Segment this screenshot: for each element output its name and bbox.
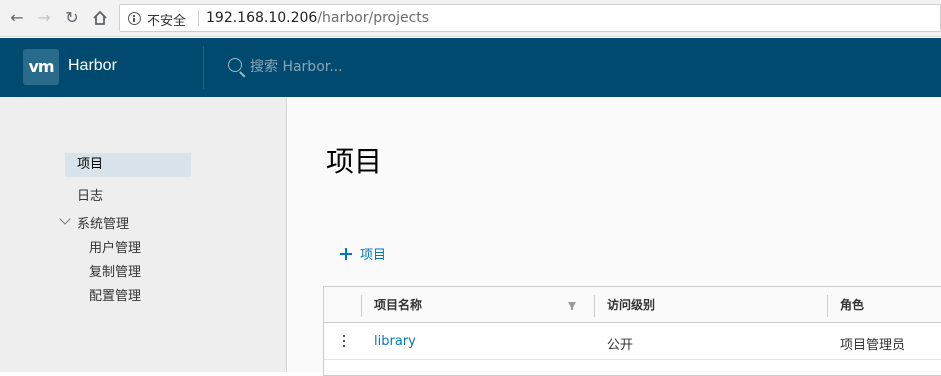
table-header: 项目名称 访问级别 角色 — [324, 287, 941, 323]
address-bar[interactable]: 不安全 192.168.10.206/harbor/projects — [119, 4, 941, 32]
sidebar-item-users[interactable]: 用户管理 — [89, 237, 141, 256]
info-icon[interactable] — [128, 12, 141, 25]
sidebar-item-logs[interactable]: 日志 — [77, 185, 103, 204]
main-content: 项目 项目 项目名称 访问级别 角色 library 公开 项目管理员 — [288, 97, 941, 376]
url-text[interactable]: 192.168.10.206/harbor/projects — [206, 10, 429, 26]
column-divider[interactable] — [827, 295, 828, 317]
chevron-down-icon[interactable] — [59, 213, 71, 225]
column-header-access-level[interactable]: 访问级别 — [607, 296, 655, 313]
row-actions-icon[interactable] — [343, 335, 345, 349]
page-title: 项目 — [326, 145, 383, 178]
plus-icon — [340, 248, 352, 260]
sidebar-item-system-admin[interactable]: 系统管理 — [77, 213, 129, 232]
add-project-label: 项目 — [360, 248, 387, 263]
security-label[interactable]: 不安全 — [147, 10, 186, 29]
sidebar-item-configuration[interactable]: 配置管理 — [89, 285, 141, 304]
reload-icon[interactable]: ↻ — [63, 9, 81, 27]
access-level-cell: 公开 — [607, 338, 634, 353]
sidebar-item-projects[interactable]: 项目 — [65, 153, 191, 177]
sidebar-nav: 项目 日志 系统管理 用户管理 复制管理 配置管理 — [0, 97, 287, 372]
app-title[interactable]: Harbor — [68, 57, 117, 75]
back-arrow-icon[interactable]: ← — [8, 9, 26, 27]
url-host: 192.168.10.206 — [206, 10, 318, 26]
table-row: library 公开 项目管理员 — [324, 324, 941, 360]
column-header-project-name[interactable]: 项目名称 — [374, 296, 422, 313]
home-icon[interactable] — [91, 9, 109, 27]
search-input[interactable] — [250, 57, 550, 77]
app-header: vm Harbor — [0, 38, 941, 97]
column-divider[interactable] — [594, 295, 595, 317]
column-divider — [361, 295, 362, 317]
browser-toolbar: ← → ↻ 不安全 192.168.10.206/harbor/projects — [0, 0, 941, 37]
url-path: /harbor/projects — [317, 10, 430, 26]
sidebar-item-replication[interactable]: 复制管理 — [89, 261, 141, 280]
header-divider — [203, 46, 204, 89]
role-cell: 项目管理员 — [840, 338, 906, 353]
column-header-role[interactable]: 角色 — [840, 296, 864, 313]
forward-arrow-icon[interactable]: → — [35, 9, 53, 27]
projects-table: 项目名称 访问级别 角色 library 公开 项目管理员 — [323, 286, 941, 376]
vmware-logo[interactable]: vm — [23, 49, 59, 85]
address-divider — [198, 10, 199, 26]
search-icon — [228, 58, 242, 72]
filter-icon[interactable] — [568, 302, 576, 310]
project-name-link[interactable]: library — [374, 334, 416, 349]
add-project-button[interactable]: 项目 — [340, 244, 386, 264]
